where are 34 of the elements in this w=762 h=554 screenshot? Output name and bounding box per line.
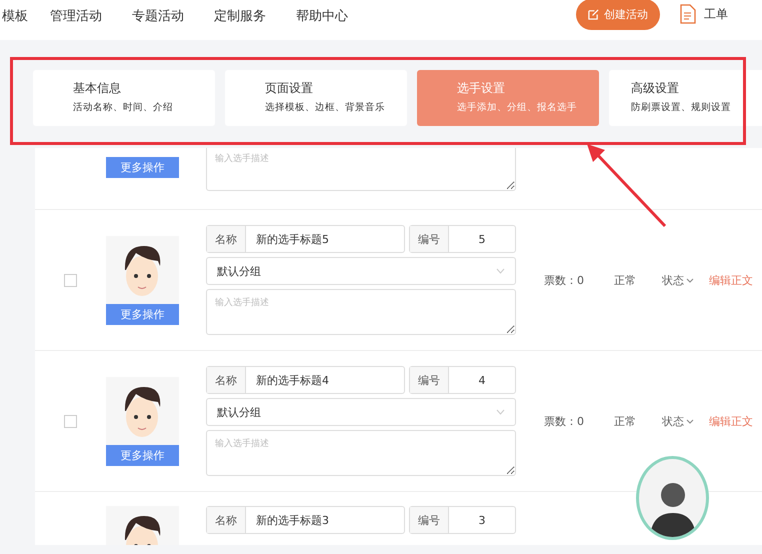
nav-link[interactable]: 专题活动 (132, 7, 184, 25)
chevron-down-icon (686, 278, 694, 282)
state-dropdown[interactable]: 状态 (662, 414, 709, 428)
nav-link[interactable]: 模板 (2, 7, 28, 25)
description-field[interactable]: 输入选手描述 (206, 289, 516, 335)
status-text: 正常 (614, 272, 637, 288)
edit-icon (588, 8, 599, 20)
vote-count: 票数：0 (544, 414, 585, 428)
number-field[interactable]: 编号 5 (409, 225, 516, 253)
nav-link[interactable]: 管理活动 (50, 7, 102, 25)
status-text: 正常 (614, 414, 637, 428)
name-field[interactable]: 名称 新的选手标题4 (206, 366, 405, 394)
name-field[interactable]: 名称 新的选手标题3 (206, 506, 405, 534)
number-field[interactable]: 编号 4 (409, 366, 516, 394)
name-field[interactable]: 名称 新的选手标题5 (206, 225, 405, 253)
vote-count: 票数：0 (544, 272, 585, 288)
ticket-link[interactable]: 工单 (680, 4, 728, 24)
group-select[interactable]: 默认分组 (206, 257, 516, 285)
chevron-down-icon (496, 268, 505, 274)
checkbox[interactable] (64, 414, 77, 428)
description-field[interactable]: 输入选手描述 (206, 430, 516, 476)
chevron-down-icon (496, 409, 505, 415)
state-dropdown[interactable]: 状态 (662, 272, 709, 288)
description-field[interactable]: 输入选手描述 (206, 148, 516, 191)
step-tab[interactable]: 页面设置 选择模板、边框、背景音乐 (225, 70, 407, 126)
chevron-down-icon (686, 418, 694, 424)
document-icon (680, 4, 696, 24)
nav-link[interactable]: 帮助中心 (296, 7, 348, 25)
step-tab[interactable]: 基本信息 活动名称、时间、介绍 (33, 70, 215, 126)
step-tab[interactable]: 高级设置 防刷票设置、规则设置 (609, 70, 762, 126)
checkbox[interactable] (64, 274, 77, 286)
nav-link[interactable]: 定制服务 (214, 7, 266, 25)
group-select[interactable]: 默认分组 (206, 398, 516, 426)
number-field[interactable]: 编号 3 (409, 506, 516, 534)
